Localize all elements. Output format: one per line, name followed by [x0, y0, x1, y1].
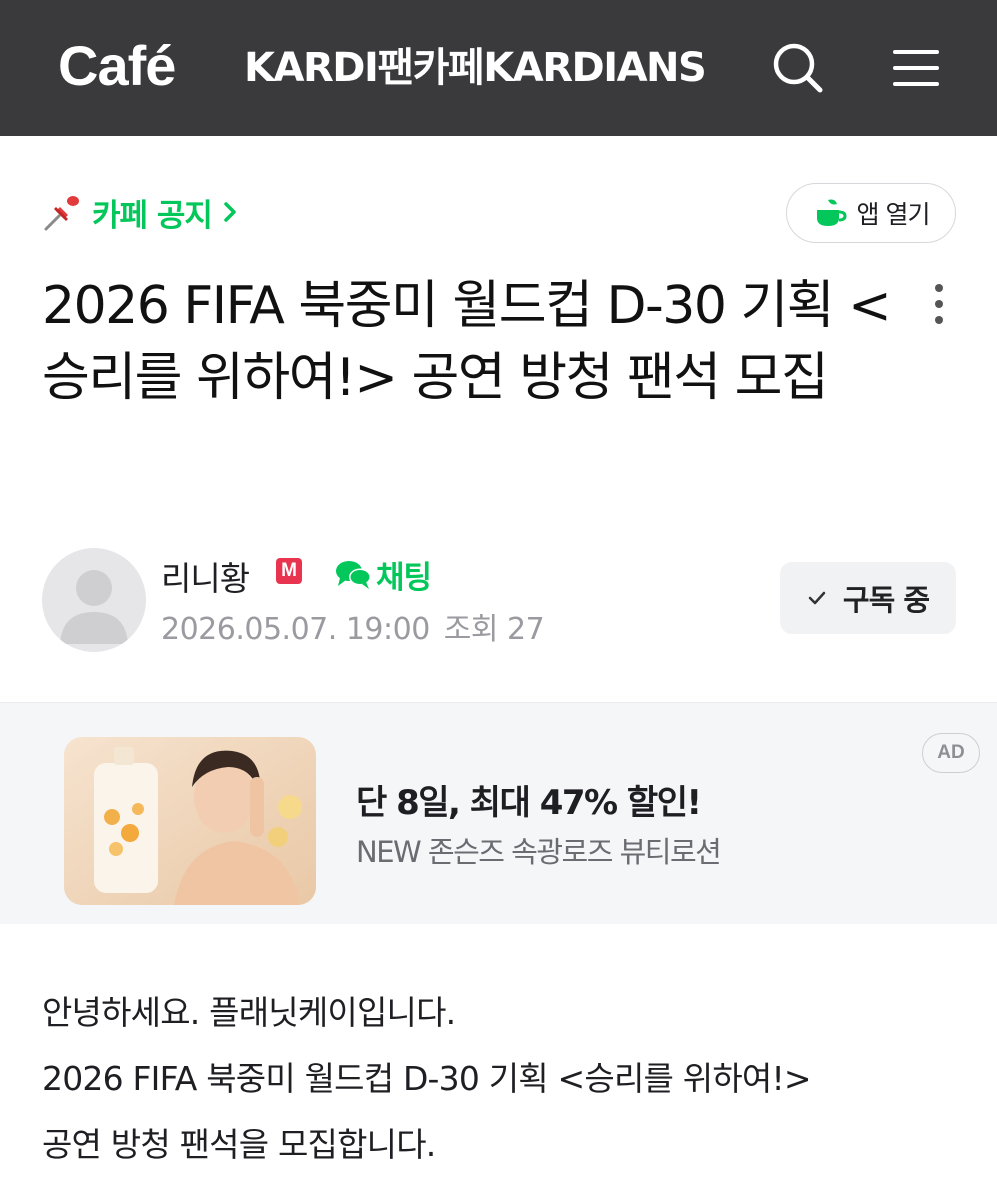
search-button[interactable] — [766, 36, 830, 100]
checkmark-icon — [808, 591, 826, 605]
body-line: 공연 방청 팬석을 모집합니다. — [42, 1125, 436, 1164]
post-date: 2026.05.07. 19:00 — [161, 612, 430, 647]
app-open-label: 앱 열기 — [856, 200, 931, 229]
view-count: 조회 27 — [443, 612, 545, 647]
post-body: 안녕하세요. 플래닛케이입니다. 2026 FIFA 북중미 월드컵 D-30 … — [42, 980, 962, 1178]
member-grade-badge: M — [276, 558, 302, 584]
ad-subline: NEW 존슨즈 속광로즈 뷰티로션 — [356, 835, 722, 869]
search-icon — [773, 43, 823, 93]
ad-badge[interactable]: AD — [922, 733, 980, 773]
ad-image[interactable] — [64, 737, 316, 905]
more-dot — [935, 316, 943, 324]
chat-bubble-icon — [336, 560, 371, 589]
ad-headline: 단 8일, 최대 47% 할인! — [356, 783, 702, 823]
ad-banner[interactable]: 단 8일, 최대 47% 할인! NEW 존슨즈 속광로즈 뷰티로션 AD — [0, 702, 997, 924]
default-profile-icon — [60, 570, 128, 644]
app-open-button[interactable]: 앱 열기 — [786, 183, 956, 243]
post-title: 2026 FIFA 북중미 월드컵 D-30 기획 <승리를 위하여!> 공연 … — [42, 276, 892, 408]
more-dot — [935, 284, 943, 292]
chat-label: 채팅 — [376, 560, 432, 596]
post-meta: 2026.05.07. 19:00 조회 27 — [161, 604, 545, 648]
cafe-logo[interactable]: Café — [58, 34, 176, 98]
ad-product-image — [64, 737, 316, 905]
chat-button[interactable]: 채팅 — [334, 552, 432, 597]
top-bar: Café KARDI팬카페KARDIANS — [0, 0, 997, 136]
cafe-notice-link[interactable]: 카페 공지 — [42, 188, 240, 236]
menu-button[interactable] — [884, 36, 948, 100]
body-line: 안녕하세요. 플래닛케이입니다. — [42, 993, 456, 1032]
cafe-name[interactable]: KARDI팬카페KARDIANS — [244, 44, 707, 92]
author-name[interactable]: 리니황 — [161, 552, 250, 600]
more-dot — [935, 300, 943, 308]
avatar[interactable] — [42, 548, 146, 652]
hamburger-menu-icon — [893, 50, 939, 86]
chevron-right-icon — [224, 202, 236, 222]
body-line: 2026 FIFA 북중미 월드컵 D-30 기획 <승리를 위하여!> — [42, 1059, 812, 1098]
subscribe-label: 구독 중 — [842, 583, 930, 617]
pushpin-icon — [44, 196, 79, 231]
notice-label: 카페 공지 — [92, 197, 213, 234]
subscribe-button[interactable]: 구독 중 — [780, 562, 956, 634]
cafe-cup-icon — [816, 199, 847, 226]
more-options-button[interactable] — [920, 280, 958, 328]
